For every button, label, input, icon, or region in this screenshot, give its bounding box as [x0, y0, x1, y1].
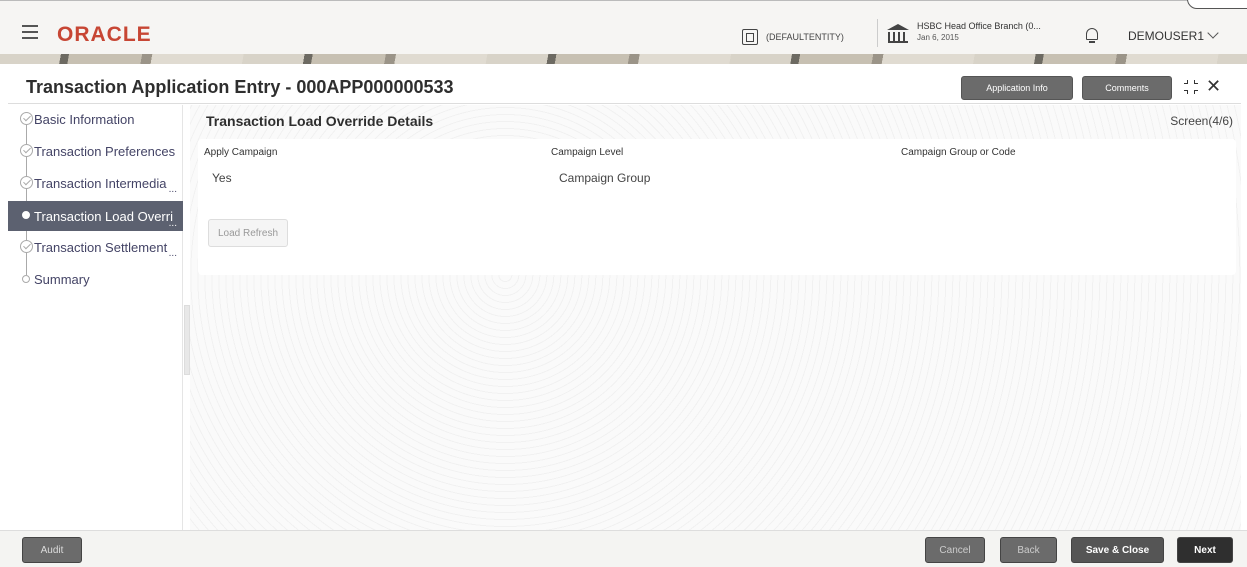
section-title: Transaction Load Override Details	[206, 113, 434, 129]
load-refresh-button[interactable]: Load Refresh	[208, 219, 288, 247]
corner-decoration	[1187, 0, 1247, 9]
entity-icon	[742, 29, 758, 45]
campaign-level-value: Campaign Group	[559, 171, 651, 185]
load-override-card: Apply Campaign Yes Campaign Level Campai…	[198, 139, 1236, 275]
back-button[interactable]: Back	[1000, 537, 1057, 563]
footer-bar: Audit Cancel Back Save & Close Next	[0, 530, 1247, 567]
pending-step-icon	[22, 275, 30, 283]
step-label: Transaction Settlement	[34, 239, 168, 255]
step-basic-information[interactable]: Basic Information	[8, 105, 183, 133]
user-menu[interactable]: DEMOUSER1	[1128, 27, 1219, 43]
top-header: ORACLE (DEFAULTENTITY) HSBC Head Office …	[0, 0, 1247, 64]
step-label: Basic Information	[34, 111, 135, 127]
step-label: Transaction Intermedia	[34, 175, 167, 191]
main-content: Transaction Load Override Details Screen…	[190, 105, 1241, 530]
screen-indicator: Screen(4/6)	[1170, 114, 1233, 128]
entity-selector[interactable]: (DEFAULTENTITY)	[742, 29, 844, 45]
user-name: DEMOUSER1	[1128, 29, 1205, 43]
comments-button[interactable]: Comments	[1082, 76, 1172, 100]
next-button[interactable]: Next	[1177, 537, 1233, 563]
branch-date: Jan 6, 2015	[917, 33, 959, 42]
check-circle-icon	[20, 112, 33, 125]
check-circle-icon	[20, 144, 33, 157]
application-info-button[interactable]: Application Info	[961, 76, 1073, 100]
chevron-down-icon	[1207, 27, 1219, 39]
ellipsis-icon: ...	[168, 184, 177, 195]
campaign-group-label: Campaign Group or Code	[901, 147, 1016, 158]
step-label: Summary	[34, 271, 90, 287]
minimize-icon[interactable]	[1184, 80, 1198, 94]
step-summary[interactable]: Summary	[8, 265, 183, 293]
step-transaction-intermediary[interactable]: Transaction Intermedia ...	[8, 169, 183, 197]
title-bar: Transaction Application Entry - 000APP00…	[8, 72, 1241, 104]
audit-button[interactable]: Audit	[22, 537, 82, 563]
active-step-icon	[22, 211, 30, 219]
branch-name: HSBC Head Office Branch (0...	[917, 21, 1041, 31]
apply-campaign-value: Yes	[212, 171, 232, 185]
apply-campaign-label: Apply Campaign	[204, 147, 278, 158]
header-banner-stripe	[0, 54, 1247, 64]
campaign-level-label: Campaign Level	[551, 147, 624, 158]
branch-selector[interactable]: HSBC Head Office Branch (0... Jan 6, 201…	[887, 21, 1041, 43]
header-divider	[877, 19, 878, 47]
close-icon[interactable]: ✕	[1206, 76, 1221, 97]
step-transaction-settlement[interactable]: Transaction Settlement ...	[8, 233, 183, 261]
ellipsis-icon: ...	[168, 248, 177, 259]
bell-icon[interactable]	[1086, 28, 1098, 43]
bank-icon	[887, 24, 909, 43]
step-label: Transaction Load Overri	[34, 208, 173, 224]
check-circle-icon	[20, 176, 33, 189]
cancel-button[interactable]: Cancel	[925, 537, 985, 563]
step-transaction-load-override[interactable]: Transaction Load Overri ...	[8, 201, 183, 231]
save-close-button[interactable]: Save & Close	[1071, 537, 1164, 563]
entity-label: (DEFAULTENTITY)	[766, 32, 844, 42]
page-title: Transaction Application Entry - 000APP00…	[26, 77, 454, 97]
step-label: Transaction Preferences	[34, 143, 176, 159]
step-navigation: Basic Information Transaction Preference…	[8, 105, 183, 530]
oracle-logo: ORACLE	[57, 23, 152, 46]
check-circle-icon	[20, 240, 33, 253]
step-transaction-preferences[interactable]: Transaction Preferences	[8, 137, 183, 165]
ellipsis-icon: ...	[168, 218, 177, 229]
hamburger-menu-icon[interactable]	[22, 25, 40, 39]
